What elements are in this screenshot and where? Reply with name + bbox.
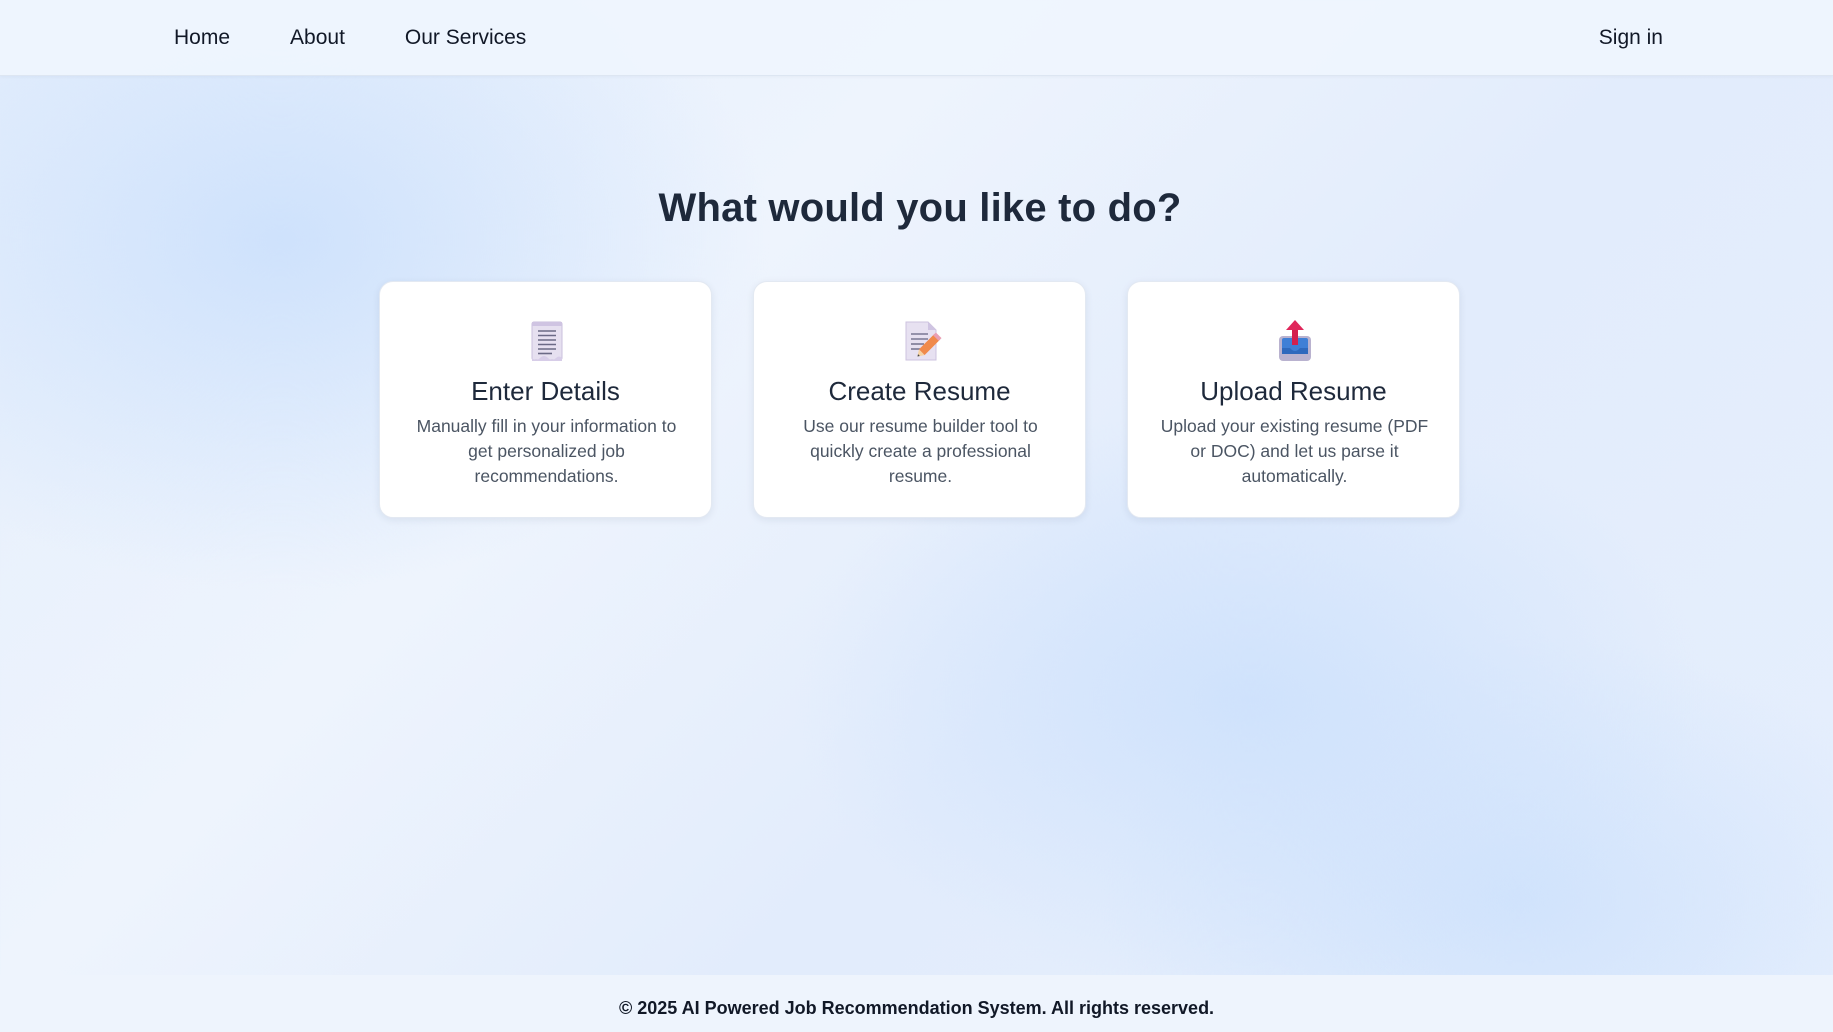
outbox-tray-icon — [1274, 318, 1316, 364]
page-title: What would you like to do? — [658, 186, 1182, 230]
enter-details-card[interactable]: Enter Details Manually fill in your info… — [379, 281, 712, 518]
sign-in-link[interactable]: Sign in — [1599, 0, 1663, 76]
card-title: Enter Details — [471, 376, 620, 406]
top-navbar: Home About Our Services Sign in — [0, 0, 1833, 76]
nav-links: Home About Our Services — [174, 0, 586, 76]
card-title: Create Resume — [828, 376, 1011, 406]
create-resume-card[interactable]: Create Resume Use our resume builder too… — [753, 281, 1086, 518]
option-cards: Enter Details Manually fill in your info… — [379, 281, 1460, 518]
nav-home-link[interactable]: Home — [174, 0, 230, 76]
card-description: Use our resume builder tool to quickly c… — [803, 416, 1038, 486]
footer: © 2025 AI Powered Job Recommendation Sys… — [0, 975, 1833, 1032]
scroll-document-icon — [526, 318, 568, 364]
memo-pencil-icon — [900, 318, 942, 364]
card-description: Upload your existing resume (PDF or DOC)… — [1160, 416, 1429, 486]
nav-about-link[interactable]: About — [290, 0, 345, 76]
card-title: Upload Resume — [1200, 376, 1387, 406]
copyright-text: © 2025 AI Powered Job Recommendation Sys… — [618, 998, 1215, 1018]
card-description: Manually fill in your information to get… — [416, 416, 677, 486]
nav-services-link[interactable]: Our Services — [405, 0, 526, 76]
upload-resume-card[interactable]: Upload Resume Upload your existing resum… — [1127, 281, 1460, 518]
